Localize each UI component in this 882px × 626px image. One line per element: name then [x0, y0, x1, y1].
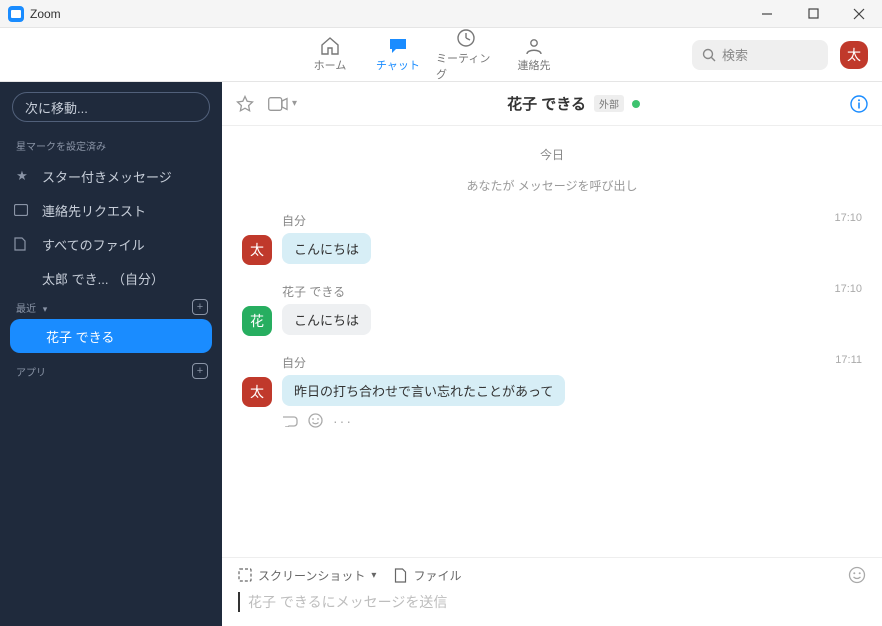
chat-message-list[interactable]: 今日 あなたが メッセージを呼び出し 自分 17:10 太 こんにちは 花子 で…: [222, 126, 882, 557]
screenshot-icon: [238, 568, 252, 582]
message-bubble[interactable]: 昨日の打ち合わせで言い忘れたことがあって: [282, 375, 565, 406]
react-button[interactable]: [308, 413, 323, 429]
nav-tab-home[interactable]: ホーム: [300, 28, 360, 82]
reply-icon: [282, 413, 298, 427]
message-bubble[interactable]: こんにちは: [282, 304, 371, 335]
chat-header: ▾ 花子 できる 外部: [222, 82, 882, 126]
nav-tab-meetings[interactable]: ミーティング: [436, 28, 496, 82]
message-input-placeholder: 花子 できるにメッセージを送信: [248, 594, 447, 610]
avatar: 花: [242, 306, 272, 336]
window-minimize-button[interactable]: [744, 0, 790, 28]
sidebar: 次に移動... 星マークを設定済み ★ スター付きメッセージ 連絡先リクエスト …: [0, 82, 222, 626]
sidebar-item-label: 花子 できる: [46, 327, 114, 346]
message-group: 自分 17:10 太 こんにちは: [242, 212, 862, 265]
sidebar-item-label: すべてのファイル: [42, 235, 145, 254]
star-toggle-button[interactable]: [236, 95, 254, 113]
system-message: あなたが メッセージを呼び出し: [242, 177, 862, 194]
message-sender: 自分: [242, 354, 862, 371]
star-outline-icon: [236, 95, 254, 113]
window-maximize-button[interactable]: [790, 0, 836, 28]
nav-tab-label: チャット: [376, 57, 420, 73]
avatar: 太: [242, 377, 272, 407]
info-icon: [850, 95, 868, 113]
sidebar-item-starred-messages[interactable]: ★ スター付きメッセージ: [0, 159, 222, 193]
add-channel-button[interactable]: +: [192, 299, 208, 315]
user-card-icon: [14, 204, 30, 216]
message-timestamp: 17:10: [834, 212, 862, 224]
message-actions: ···: [242, 413, 862, 429]
sidebar-item-label: 太郎 でき... （自分）: [42, 269, 164, 288]
presence-green-icon: [632, 100, 640, 108]
file-attach-button[interactable]: ファイル: [394, 567, 461, 584]
sidebar-item-label: スター付きメッセージ: [42, 167, 172, 186]
file-icon: [14, 237, 30, 251]
screenshot-button[interactable]: スクリーンショット ▾: [238, 567, 376, 584]
message-input[interactable]: 花子 できるにメッセージを送信: [238, 592, 866, 612]
message-timestamp: 17:10: [834, 283, 862, 295]
sidebar-item-hanako[interactable]: 花子 できる: [10, 319, 212, 353]
star-icon: ★: [14, 168, 30, 184]
date-separator: 今日: [242, 146, 862, 163]
clock-icon: [456, 28, 476, 48]
nav-tab-chat[interactable]: チャット: [368, 28, 428, 82]
smile-icon: [308, 413, 323, 428]
chevron-down-icon: ▾: [371, 570, 376, 581]
window-close-button[interactable]: [836, 0, 882, 28]
sidebar-item-self[interactable]: 太郎 でき... （自分）: [0, 261, 222, 295]
chat-pane: ▾ 花子 できる 外部 今日 あなたが メッセージを呼び出し 自分 17:10 …: [222, 82, 882, 626]
sidebar-item-label: 連絡先リクエスト: [42, 201, 146, 220]
maximize-icon: [808, 8, 819, 19]
message-group: 自分 17:11 太 昨日の打ち合わせで言い忘れたことがあって ···: [242, 354, 862, 429]
nav-tab-label: ミーティング: [436, 50, 496, 82]
message-timestamp: 17:11: [835, 354, 862, 366]
zoom-logo-icon: [8, 6, 24, 22]
top-navbar: ホーム チャット ミーティング 連絡先 検索 太: [0, 28, 882, 82]
sidebar-section-recent[interactable]: 最近 ▾: [16, 300, 47, 315]
sidebar-section-apps[interactable]: アプリ: [16, 364, 46, 379]
chat-title: 花子 できる: [507, 93, 586, 114]
emoji-button[interactable]: [848, 566, 866, 584]
close-icon: [853, 8, 865, 20]
sidebar-item-contact-requests[interactable]: 連絡先リクエスト: [0, 193, 222, 227]
jump-to-input[interactable]: 次に移動...: [12, 92, 210, 122]
nav-tab-contacts[interactable]: 連絡先: [504, 28, 564, 82]
message-composer: スクリーンショット ▾ ファイル 花子 できるにメッセージを送信: [222, 557, 882, 626]
message-group: 花子 できる 17:10 花 こんにちは: [242, 283, 862, 336]
add-app-button[interactable]: +: [192, 363, 208, 379]
sidebar-section-starred: 星マークを設定済み: [0, 134, 222, 159]
file-icon: [394, 568, 407, 583]
chevron-down-icon: ▾: [43, 304, 48, 314]
message-sender: 自分: [242, 212, 862, 229]
info-button[interactable]: [850, 95, 868, 113]
video-icon: [268, 97, 288, 111]
external-badge: 外部: [594, 95, 624, 112]
message-bubble[interactable]: こんにちは: [282, 233, 371, 264]
reply-button[interactable]: [282, 413, 298, 429]
start-video-button[interactable]: ▾: [268, 97, 297, 111]
nav-tab-label: ホーム: [314, 57, 347, 73]
self-avatar[interactable]: 太: [840, 41, 868, 69]
window-controls: [744, 0, 882, 28]
search-icon: [702, 48, 716, 62]
window-titlebar: Zoom: [0, 0, 882, 28]
nav-tab-label: 連絡先: [518, 57, 551, 73]
search-placeholder: 検索: [722, 45, 748, 64]
sidebar-item-all-files[interactable]: すべてのファイル: [0, 227, 222, 261]
chat-icon: [388, 37, 408, 55]
smile-icon: [848, 566, 866, 584]
search-input[interactable]: 検索: [692, 40, 828, 70]
message-sender: 花子 できる: [242, 283, 862, 300]
home-icon: [320, 37, 340, 55]
minimize-icon: [761, 8, 773, 20]
window-title: Zoom: [30, 7, 61, 21]
more-actions-button[interactable]: ···: [333, 413, 353, 429]
nav-tabs: ホーム チャット ミーティング 連絡先: [300, 28, 564, 82]
contacts-icon: [524, 37, 544, 55]
avatar: 太: [242, 235, 272, 265]
